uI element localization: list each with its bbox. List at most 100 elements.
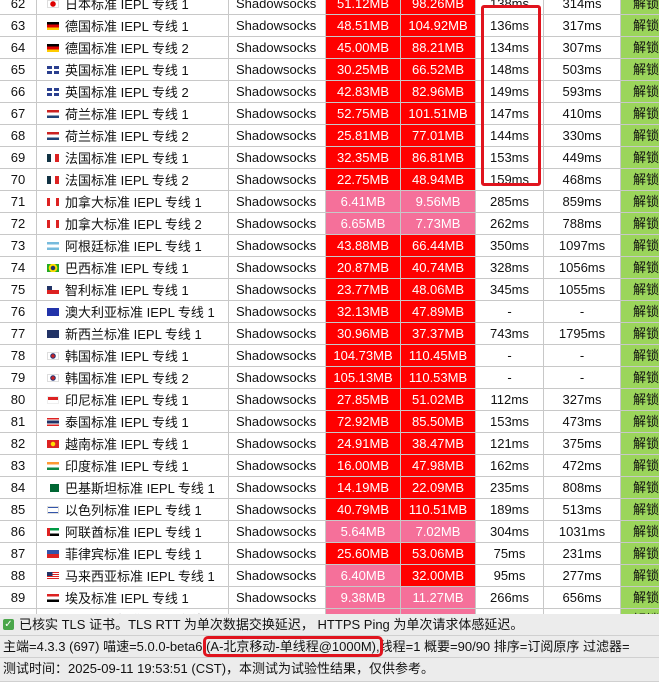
table-row: 67 荷兰标准 IEPL 专线 1 Shadowsocks 52.75MB 101.51… <box>0 103 659 125</box>
node-name: 印尼标准 IEPL 专线 1 <box>65 393 189 409</box>
flag-ar-icon <box>47 241 59 250</box>
table-row: 73 阿根廷标准 IEPL 专线 1 Shadowsocks 43.88MB 66.44… <box>0 235 659 257</box>
node-name: 英国标准 IEPL 专线 2 <box>65 85 189 101</box>
https-ping: 1031ms <box>544 521 621 542</box>
avg-speed: 72.92MB <box>326 411 401 432</box>
node-name: 印度标准 IEPL 专线 1 <box>65 459 189 475</box>
https-ping: 1795ms <box>544 323 621 344</box>
node-name: 德国标准 IEPL 专线 1 <box>65 19 189 35</box>
table-row: 75 智利标准 IEPL 专线 1 Shadowsocks 23.77MB 48.06M… <box>0 279 659 301</box>
flag-vn-icon <box>47 439 59 448</box>
unlock-status: 解锁 <box>621 279 659 300</box>
flag-gb-icon <box>47 87 59 96</box>
max-speed: 48.94MB <box>401 169 476 190</box>
tls-rtt: - <box>476 301 544 322</box>
tls-rtt: 148ms <box>476 59 544 80</box>
node-name-cell: 阿根廷标准 IEPL 专线 1 <box>37 235 229 256</box>
node-name: 菲律宾标准 IEPL 专线 1 <box>65 547 202 563</box>
flag-kr-icon <box>47 373 59 382</box>
https-ping: 231ms <box>544 543 621 564</box>
protocol-type: Shadowsocks <box>229 301 326 322</box>
unlock-status: 解锁 <box>621 345 659 366</box>
node-name-cell: 马来西亚标准 IEPL 专线 1 <box>37 565 229 586</box>
row-index: 70 <box>0 169 37 190</box>
avg-speed: 40.79MB <box>326 499 401 520</box>
node-name: 澳大利亚标准 IEPL 专线 1 <box>65 305 215 321</box>
https-ping: 472ms <box>544 455 621 476</box>
flag-cl-icon <box>47 285 59 294</box>
node-name: 阿联酋标准 IEPL 专线 1 <box>65 525 202 541</box>
avg-speed: 27.85MB <box>326 389 401 410</box>
node-name: 阿根廷标准 IEPL 专线 1 <box>65 239 202 255</box>
avg-speed: 32.35MB <box>326 147 401 168</box>
node-name: 法国标准 IEPL 专线 1 <box>65 151 189 167</box>
node-name-cell: 日本标准 IEPL 专线 1 <box>37 0 229 14</box>
flag-eg-icon <box>47 593 59 602</box>
node-name: 马来西亚标准 IEPL 专线 1 <box>65 569 215 585</box>
tls-rtt: 153ms <box>476 147 544 168</box>
node-name: 以色列标准 IEPL 专线 1 <box>65 503 202 519</box>
node-name-cell: 荷兰标准 IEPL 专线 2 <box>37 125 229 146</box>
unlock-status: 解锁 <box>621 301 659 322</box>
row-index: 80 <box>0 389 37 410</box>
avg-speed: 45.00MB <box>326 37 401 58</box>
max-speed: 48.06MB <box>401 279 476 300</box>
flag-fr-icon <box>47 153 59 162</box>
unlock-status: 解锁 <box>621 499 659 520</box>
tls-rtt: 328ms <box>476 257 544 278</box>
tls-rtt: - <box>476 367 544 388</box>
max-speed: 85.50MB <box>401 411 476 432</box>
row-index: 65 <box>0 59 37 80</box>
row-index: 67 <box>0 103 37 124</box>
table-row: 74 巴西标准 IEPL 专线 1 Shadowsocks 20.87MB 40.74M… <box>0 257 659 279</box>
avg-speed: 51.12MB <box>326 0 401 14</box>
unlock-status: 解锁 <box>621 147 659 168</box>
unlock-status: 解锁 <box>621 125 659 146</box>
unlock-status: 解锁 <box>621 477 659 498</box>
flag-jp-icon <box>47 0 59 8</box>
unlock-status: 解锁 <box>621 213 659 234</box>
node-name-cell: 德国标准 IEPL 专线 2 <box>37 37 229 58</box>
node-name-cell: 菲律宾标准 IEPL 专线 1 <box>37 543 229 564</box>
tls-rtt: 285ms <box>476 191 544 212</box>
flag-gb-icon <box>47 65 59 74</box>
table-row: 68 荷兰标准 IEPL 专线 2 Shadowsocks 25.81MB 77.01M… <box>0 125 659 147</box>
table-row: 86 阿联酋标准 IEPL 专线 1 Shadowsocks 5.64MB 7.02MB… <box>0 521 659 543</box>
node-name: 韩国标准 IEPL 专线 2 <box>65 371 189 387</box>
tls-rtt: 138ms <box>476 0 544 14</box>
flag-au-icon <box>47 307 59 316</box>
table-row: 63 德国标准 IEPL 专线 1 Shadowsocks 48.51MB 104.92… <box>0 15 659 37</box>
protocol-type: Shadowsocks <box>229 323 326 344</box>
max-speed: 53.06MB <box>401 543 476 564</box>
flag-pk-icon <box>47 483 59 492</box>
max-speed: 47.98MB <box>401 455 476 476</box>
max-speed: 88.21MB <box>401 37 476 58</box>
tls-rtt: 112ms <box>476 389 544 410</box>
tls-rtt: 134ms <box>476 37 544 58</box>
protocol-type: Shadowsocks <box>229 345 326 366</box>
node-name-cell: 印尼标准 IEPL 专线 1 <box>37 389 229 410</box>
node-name-cell: 新西兰标准 IEPL 专线 1 <box>37 323 229 344</box>
row-index: 72 <box>0 213 37 234</box>
node-name: 日本标准 IEPL 专线 1 <box>65 0 189 13</box>
protocol-type: Shadowsocks <box>229 103 326 124</box>
avg-speed: 6.41MB <box>326 191 401 212</box>
tls-rtt: 95ms <box>476 565 544 586</box>
unlock-status: 解锁 <box>621 257 659 278</box>
table-row: 66 英国标准 IEPL 专线 2 Shadowsocks 42.83MB 82.96M… <box>0 81 659 103</box>
avg-speed: 9.38MB <box>326 587 401 608</box>
max-speed: 7.73MB <box>401 213 476 234</box>
check-icon: ✓ <box>3 619 14 631</box>
protocol-type: Shadowsocks <box>229 389 326 410</box>
row-index: 78 <box>0 345 37 366</box>
node-name: 加拿大标准 IEPL 专线 2 <box>65 217 202 233</box>
node-name-cell: 法国标准 IEPL 专线 2 <box>37 169 229 190</box>
max-speed: 9.56MB <box>401 191 476 212</box>
node-name-cell: 越南标准 IEPL 专线 1 <box>37 433 229 454</box>
tls-rtt: 162ms <box>476 455 544 476</box>
protocol-type: Shadowsocks <box>229 279 326 300</box>
max-speed: 22.09MB <box>401 477 476 498</box>
node-name: 荷兰标准 IEPL 专线 1 <box>65 107 189 123</box>
max-speed: 32.00MB <box>401 565 476 586</box>
tls-rtt: 743ms <box>476 323 544 344</box>
